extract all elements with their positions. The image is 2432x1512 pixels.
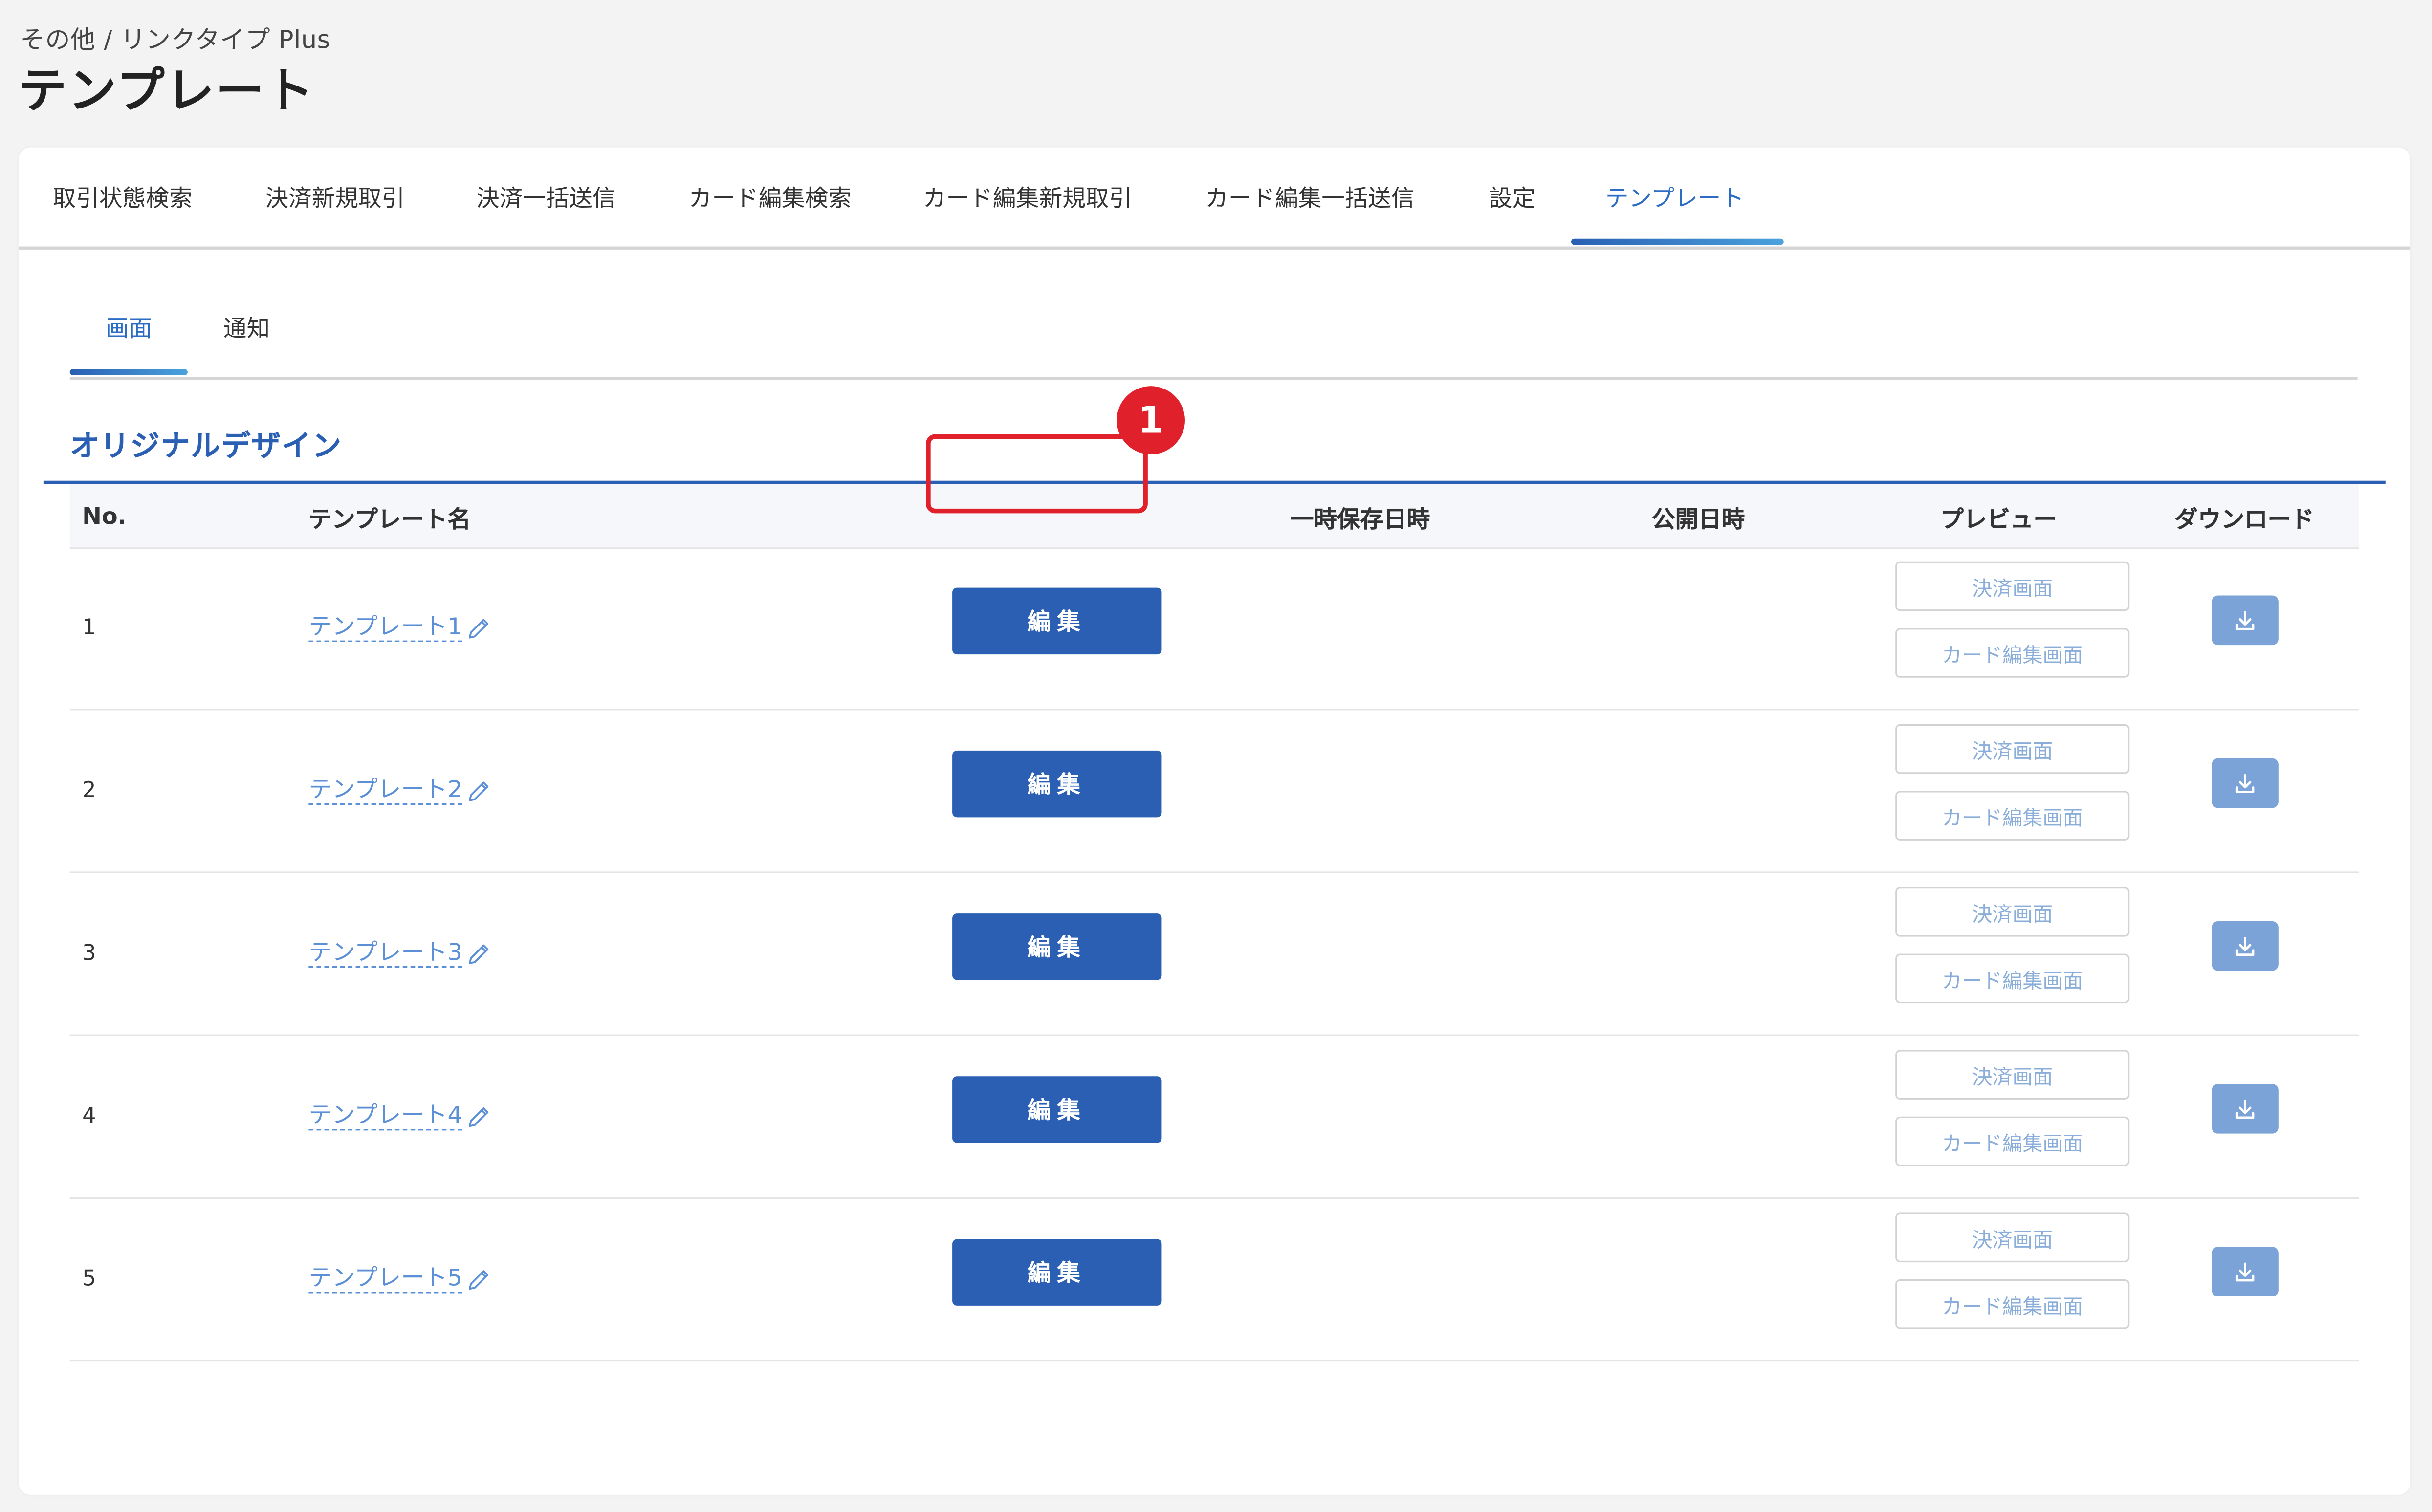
preview-card-edit-button[interactable]: カード編集画面 [1895,791,2130,841]
template-name[interactable]: テンプレート2 [308,776,462,805]
preview-payment-button[interactable]: 決済画面 [1895,1050,2130,1100]
page-title: テンプレート [19,64,315,120]
table-header: No. テンプレート名 一時保存日時 公開日時 プレビュー ダウンロード [69,484,2359,549]
table-row: 1 テンプレート1 編集 決済画面 カード編集画面 [69,547,2359,711]
active-subtab-indicator [69,369,188,375]
preview-card-edit-button[interactable]: カード編集画面 [1895,628,2130,678]
pencil-icon[interactable] [467,1268,490,1291]
preview-card-edit-button[interactable]: カード編集画面 [1895,1279,2130,1329]
template-name[interactable]: テンプレート1 [308,613,462,642]
header-published: 公開日時 [1652,505,1745,534]
annotation-badge: 1 [1117,386,1185,454]
download-icon [2235,1261,2255,1281]
section-title: オリジナルデザイン [69,430,342,464]
edit-button[interactable]: 編集 [952,913,1162,980]
download-icon [2235,1099,2255,1118]
edit-button[interactable]: 編集 [952,1239,1162,1306]
edit-button[interactable]: 編集 [952,750,1162,818]
table-row: 4 テンプレート4 編集 決済画面 カード編集画面 [69,1036,2359,1199]
row-number: 5 [82,1267,96,1292]
preview-payment-button[interactable]: 決済画面 [1895,887,2130,937]
header-no: No. [82,502,127,531]
download-button[interactable] [2212,595,2279,646]
download-button[interactable] [2212,1247,2279,1296]
template-name-link[interactable]: テンプレート5 [308,1265,490,1294]
pencil-icon[interactable] [467,942,490,966]
subtab-screen[interactable]: 画面 [106,312,152,345]
template-name[interactable]: テンプレート5 [308,1265,462,1294]
main-tabs: 取引状態検索 決済新規取引 決済一括送信 カード編集検索 カード編集新規取引 カ… [19,147,2410,250]
download-icon [2235,610,2255,630]
download-icon [2235,773,2255,793]
template-name[interactable]: テンプレート3 [308,939,462,968]
download-button[interactable] [2212,1084,2279,1134]
template-table-body: 1 テンプレート1 編集 決済画面 カード編集画面 2 テンプレート2 編集 決… [69,547,2359,1362]
table-row: 5 テンプレート5 編集 決済画面 カード編集画面 [69,1199,2359,1362]
preview-payment-button[interactable]: 決済画面 [1895,561,2130,611]
download-button[interactable] [2212,921,2279,971]
edit-button[interactable]: 編集 [952,587,1162,655]
row-number: 2 [82,778,96,803]
row-number: 3 [82,941,96,966]
tab-settings[interactable]: 設定 [1489,181,1535,214]
tab-transaction-search[interactable]: 取引状態検索 [53,181,193,214]
page: その他 / リンクタイプ Plus テンプレート 取引状態検索 決済新規取引 決… [0,0,2432,1512]
tab-card-edit-bulk[interactable]: カード編集一括送信 [1205,181,1414,214]
edit-button[interactable]: 編集 [952,1076,1162,1143]
tab-card-edit-search[interactable]: カード編集検索 [689,181,852,214]
pencil-icon[interactable] [467,1105,490,1128]
tab-payment-bulk[interactable]: 決済一括送信 [476,181,616,214]
table-row: 3 テンプレート3 編集 決済画面 カード編集画面 [69,873,2359,1036]
template-name[interactable]: テンプレート4 [308,1102,462,1131]
pencil-icon[interactable] [467,616,490,640]
header-template-name: テンプレート名 [308,505,471,534]
template-name-link[interactable]: テンプレート1 [308,613,490,642]
table-row: 2 テンプレート2 編集 決済画面 カード編集画面 [69,710,2359,873]
sub-tabs: 画面 通知 [69,299,2358,380]
active-tab-indicator [1571,238,1784,245]
download-button[interactable] [2212,758,2279,808]
preview-card-edit-button[interactable]: カード編集画面 [1895,953,2130,1004]
preview-card-edit-button[interactable]: カード編集画面 [1895,1116,2130,1166]
tab-template[interactable]: テンプレート [1605,181,1744,214]
template-name-link[interactable]: テンプレート2 [308,776,490,805]
subtab-notification[interactable]: 通知 [223,312,270,345]
pencil-icon[interactable] [467,779,490,803]
header-preview: プレビュー [1940,505,2057,534]
template-name-link[interactable]: テンプレート3 [308,939,490,968]
preview-payment-button[interactable]: 決済画面 [1895,1212,2130,1263]
header-temp-saved: 一時保存日時 [1290,505,1430,534]
annotation-highlight [926,434,1148,514]
template-name-link[interactable]: テンプレート4 [308,1102,490,1131]
row-number: 4 [82,1104,96,1129]
breadcrumb: その他 / リンクタイプ Plus [20,24,330,55]
download-icon [2235,936,2255,955]
tab-payment-new[interactable]: 決済新規取引 [265,181,405,214]
tab-card-edit-new[interactable]: カード編集新規取引 [923,181,1132,214]
row-number: 1 [82,615,96,641]
content-card: 取引状態検索 決済新規取引 決済一括送信 カード編集検索 カード編集新規取引 カ… [19,147,2410,1495]
header-download: ダウンロード [2174,505,2314,534]
preview-payment-button[interactable]: 決済画面 [1895,724,2130,774]
